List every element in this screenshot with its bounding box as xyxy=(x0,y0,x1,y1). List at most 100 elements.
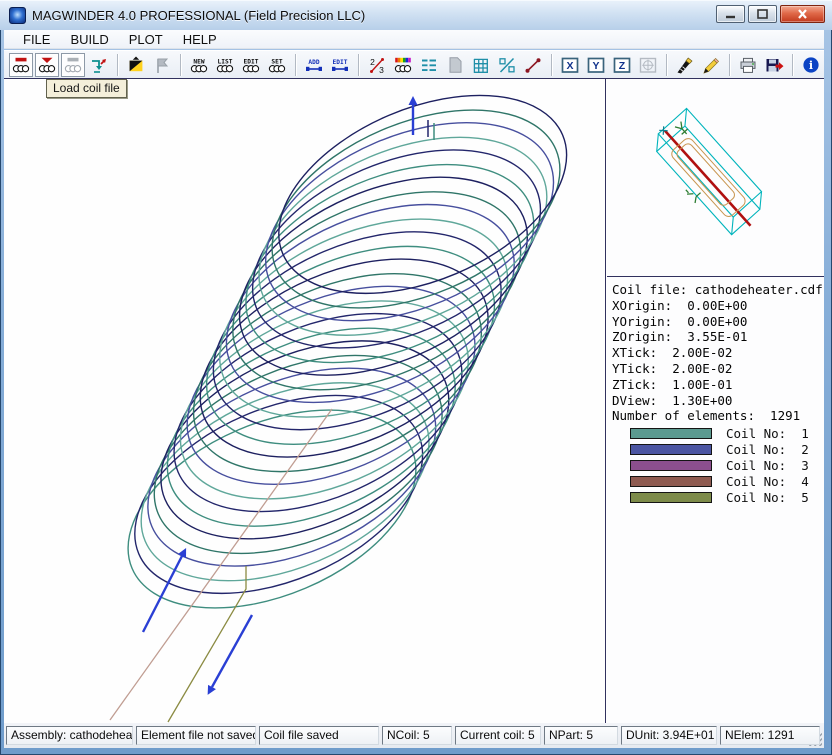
legend-swatch xyxy=(630,460,712,471)
pencil-icon[interactable] xyxy=(699,53,723,77)
legend-label: Coil No: 1 xyxy=(726,426,809,441)
menu-build[interactable]: BUILD xyxy=(63,31,115,48)
status-current-coil: Current coil: 5 xyxy=(455,726,541,745)
side-panel: Coil file: cathodeheater.cdfXOrigin: 0.0… xyxy=(607,79,824,723)
toolbar-separator xyxy=(729,54,730,76)
toolbar-separator xyxy=(180,54,181,76)
info-line: YOrigin: 0.00E+00 xyxy=(612,314,824,330)
toolbar: NEW LIST EDIT SET ADD EDIT 23 X Y Zi xyxy=(4,50,824,78)
app-window: MAGWINDER 4.0 PROFESSIONAL (Field Precis… xyxy=(0,0,832,755)
legend-label: Coil No: 3 xyxy=(726,458,809,473)
snap-tool-icon[interactable] xyxy=(673,53,697,77)
plot-canvas[interactable] xyxy=(4,79,606,724)
status-ncoil: NCoil: 5 xyxy=(382,726,452,745)
orientation-preview-svg xyxy=(610,79,822,275)
title-bar[interactable]: MAGWINDER 4.0 PROFESSIONAL (Field Precis… xyxy=(0,0,832,30)
legend-row: Coil No: 2 xyxy=(612,441,824,457)
coil-edit-icon[interactable]: EDIT xyxy=(239,53,263,77)
assembly-tool-icon[interactable] xyxy=(87,53,111,77)
svg-text:Z: Z xyxy=(619,60,626,72)
info-line: DView: 1.30E+00 xyxy=(612,393,824,409)
menu-plot[interactable]: PLOT xyxy=(122,31,170,48)
info-line: XTick: 2.00E-02 xyxy=(612,345,824,361)
info-line: Coil file: cathodeheater.cdf xyxy=(612,282,824,298)
coil-set-icon[interactable]: SET xyxy=(265,53,289,77)
info-icon[interactable]: i xyxy=(799,53,823,77)
legend-row: Coil No: 3 xyxy=(612,457,824,473)
page-icon[interactable] xyxy=(443,53,467,77)
menu-bar: FILE BUILD PLOT HELP xyxy=(4,30,824,49)
legend-label: Coil No: 2 xyxy=(726,442,809,457)
legend-label: Coil No: 5 xyxy=(726,490,809,505)
svg-text:2: 2 xyxy=(370,57,375,67)
status-coil-file: Coil file saved xyxy=(259,726,379,745)
coil-legend: Coil No: 1Coil No: 2Coil No: 3Coil No: 4… xyxy=(612,425,824,505)
line-segment-icon[interactable] xyxy=(521,53,545,77)
part-add-icon[interactable]: ADD xyxy=(302,53,326,77)
view-x-icon[interactable]: X xyxy=(558,53,582,77)
window-title: MAGWINDER 4.0 PROFESSIONAL (Field Precis… xyxy=(32,8,365,23)
view-iso-icon[interactable] xyxy=(636,53,660,77)
svg-text:NEW: NEW xyxy=(193,58,204,65)
close-button[interactable] xyxy=(780,5,825,23)
svg-text:Y: Y xyxy=(593,60,600,72)
menu-help[interactable]: HELP xyxy=(176,31,224,48)
flag-tool-icon[interactable] xyxy=(150,53,174,77)
toolbar-separator xyxy=(358,54,359,76)
toolbar-separator xyxy=(792,54,793,76)
view-y-icon[interactable]: Y xyxy=(584,53,608,77)
legend-row: Coil No: 1 xyxy=(612,425,824,441)
info-line: Number of elements: 1291 xyxy=(612,408,824,424)
legend-row: Coil No: 5 xyxy=(612,489,824,505)
svg-text:EDIT: EDIT xyxy=(244,58,259,65)
svg-text:i: i xyxy=(809,59,813,72)
plot-range-icon[interactable] xyxy=(124,53,148,77)
svg-text:ADD: ADD xyxy=(308,59,319,66)
toolbar-separator xyxy=(295,54,296,76)
content-area: Coil file: cathodeheater.cdfXOrigin: 0.0… xyxy=(4,78,824,723)
grid-icon[interactable] xyxy=(469,53,493,77)
legend-swatch xyxy=(630,476,712,487)
coil-plot-svg xyxy=(4,79,606,724)
new-coil-file-icon[interactable] xyxy=(9,53,33,77)
mesh-toggle-icon[interactable] xyxy=(495,53,519,77)
svg-text:SET: SET xyxy=(272,58,283,65)
element-list-icon[interactable] xyxy=(417,53,441,77)
maximize-button[interactable] xyxy=(748,5,777,23)
status-assembly: Assembly: cathodehea xyxy=(6,726,133,745)
info-line: ZOrigin: 3.55E-01 xyxy=(612,329,824,345)
minimize-button[interactable] xyxy=(716,5,745,23)
svg-text:EDIT: EDIT xyxy=(333,59,348,66)
window-controls xyxy=(713,5,825,23)
menu-file[interactable]: FILE xyxy=(16,31,57,48)
save-image-icon[interactable] xyxy=(762,53,786,77)
coil-info-lines: Coil file: cathodeheater.cdfXOrigin: 0.0… xyxy=(612,282,824,424)
coil-list-icon[interactable]: LIST xyxy=(213,53,237,77)
toolbar-separator xyxy=(666,54,667,76)
orientation-preview xyxy=(607,79,824,277)
status-element-file: Element file not saved xyxy=(136,726,256,745)
info-line: ZTick: 1.00E-01 xyxy=(612,377,824,393)
status-bar: Assembly: cathodeheaElement file not sav… xyxy=(4,723,824,748)
legend-swatch xyxy=(630,492,712,503)
print-icon[interactable] xyxy=(736,53,760,77)
app-icon xyxy=(9,7,26,24)
legend-row: Coil No: 4 xyxy=(612,473,824,489)
legend-label: Coil No: 4 xyxy=(726,474,809,489)
legend-swatch xyxy=(630,444,712,455)
toolbar-separator xyxy=(117,54,118,76)
info-line: XOrigin: 0.00E+00 xyxy=(612,298,824,314)
svg-text:X: X xyxy=(567,60,574,72)
view-2d-3d-icon[interactable]: 23 xyxy=(365,53,389,77)
tooltip-load-coil-file: Load coil file xyxy=(46,79,127,98)
save-coil-file-icon[interactable] xyxy=(61,53,85,77)
svg-text:LIST: LIST xyxy=(218,58,233,65)
coil-colors-icon[interactable] xyxy=(391,53,415,77)
part-edit-icon[interactable]: EDIT xyxy=(328,53,352,77)
svg-text:3: 3 xyxy=(379,65,384,74)
load-coil-file-icon[interactable] xyxy=(35,53,59,77)
coil-new-icon[interactable]: NEW xyxy=(187,53,211,77)
status-nelem: NElem: 1291 xyxy=(720,726,820,745)
view-z-icon[interactable]: Z xyxy=(610,53,634,77)
coil-info-panel: Coil file: cathodeheater.cdfXOrigin: 0.0… xyxy=(607,277,824,505)
